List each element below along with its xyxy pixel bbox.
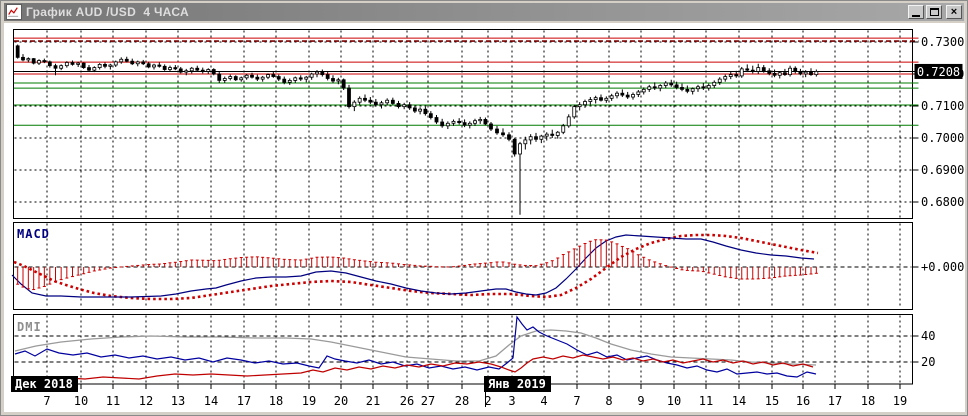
svg-text:20: 20 — [921, 355, 935, 369]
svg-text:18: 18 — [269, 394, 283, 408]
minimize-icon — [912, 14, 920, 17]
svg-text:19: 19 — [302, 394, 316, 408]
svg-text:0.6800: 0.6800 — [921, 195, 964, 209]
svg-text:0.7000: 0.7000 — [921, 131, 964, 145]
svg-text:4: 4 — [540, 394, 547, 408]
title-bar: График AUD /USD 4 ЧАСА × — [4, 3, 964, 21]
window-title: График AUD /USD 4 ЧАСА — [26, 5, 189, 19]
chart-window: 0.73000.72000.71000.70000.69000.68000.72… — [0, 0, 968, 416]
maximize-icon — [929, 8, 939, 16]
svg-text:18: 18 — [861, 394, 875, 408]
svg-text:Янв 2019: Янв 2019 — [488, 377, 546, 391]
minimize-button[interactable] — [908, 5, 924, 19]
svg-text:17: 17 — [237, 394, 251, 408]
month-label-jan: Янв 2019 — [484, 376, 551, 392]
svg-text:13: 13 — [171, 394, 185, 408]
chart-app-icon — [6, 4, 22, 20]
svg-text:14: 14 — [204, 394, 218, 408]
svg-text:14: 14 — [732, 394, 746, 408]
svg-text:20: 20 — [334, 394, 348, 408]
svg-text:10: 10 — [74, 394, 88, 408]
current-price-tag: 0.7208 — [914, 63, 963, 79]
svg-text:8: 8 — [605, 394, 612, 408]
svg-text:16: 16 — [796, 394, 810, 408]
svg-text:0.7208: 0.7208 — [917, 65, 960, 79]
macd-zero-label: +0.000 — [921, 260, 964, 274]
month-label-dec: Дек 2018 — [11, 376, 78, 392]
svg-text:26: 26 — [400, 394, 414, 408]
dmi-panel-label: DMI — [17, 320, 42, 334]
chart-canvas: 0.73000.72000.71000.70000.69000.68000.72… — [4, 23, 965, 412]
svg-text:11: 11 — [699, 394, 713, 408]
svg-text:15: 15 — [765, 394, 779, 408]
svg-text:0.7100: 0.7100 — [921, 99, 964, 113]
svg-text:0.6900: 0.6900 — [921, 163, 964, 177]
svg-text:21: 21 — [366, 394, 380, 408]
svg-text:10: 10 — [667, 394, 681, 408]
maximize-button[interactable] — [926, 5, 942, 19]
svg-text:17: 17 — [828, 394, 842, 408]
svg-text:12: 12 — [139, 394, 153, 408]
macd-panel-label: MACD — [17, 227, 50, 241]
close-icon: × — [950, 5, 958, 18]
svg-text:27: 27 — [421, 394, 435, 408]
svg-text:7: 7 — [43, 394, 50, 408]
close-button[interactable]: × — [946, 5, 962, 19]
svg-text:40: 40 — [921, 329, 935, 343]
svg-text:11: 11 — [106, 394, 120, 408]
svg-text:7: 7 — [573, 394, 580, 408]
svg-text:19: 19 — [893, 394, 907, 408]
svg-text:3: 3 — [508, 394, 515, 408]
svg-text:Дек 2018: Дек 2018 — [15, 377, 73, 391]
svg-text:28: 28 — [455, 394, 469, 408]
svg-text:0.7300: 0.7300 — [921, 35, 964, 49]
svg-text:9: 9 — [637, 394, 644, 408]
